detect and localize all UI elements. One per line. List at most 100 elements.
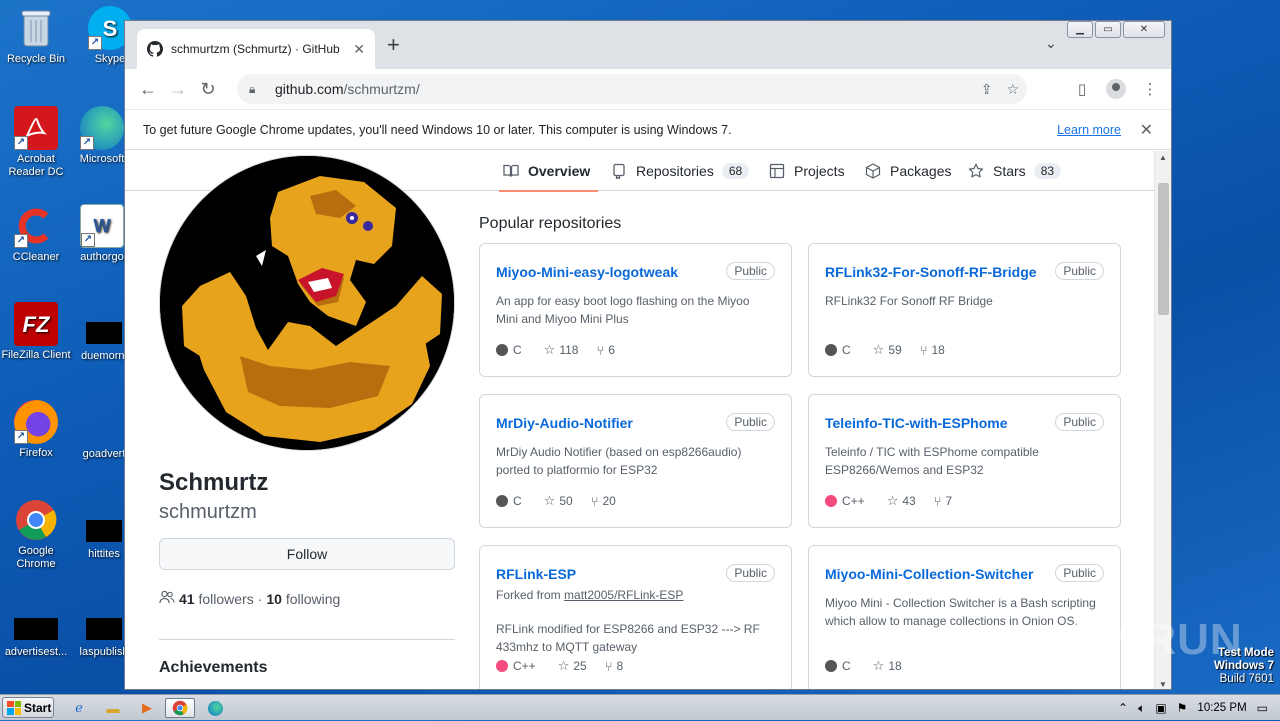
share-icon[interactable]: ⇪ (981, 81, 993, 98)
start-button[interactable]: Start (2, 697, 54, 718)
visibility-badge: Public (1055, 413, 1104, 431)
stars-count: 25 (573, 659, 587, 673)
volume-icon[interactable]: 🔈︎ (1138, 701, 1145, 716)
forked-from-link[interactable]: matt2005/RFLink-ESP (564, 588, 683, 602)
repo-card: Miyoo-Mini-easy-logotweak Public An app … (479, 243, 792, 377)
tab-projects[interactable]: Projects (769, 151, 845, 191)
kebab-menu-icon[interactable]: ⋮ (1139, 74, 1161, 104)
stargazers-link[interactable]: ☆ 43 (887, 493, 916, 509)
profile-avatar-icon[interactable] (1105, 74, 1127, 104)
tab-search-chevron-icon[interactable]: ⌄ (1045, 35, 1057, 52)
forks-link[interactable]: ⑂ 18 (920, 343, 945, 358)
tab-strip: schmurtzm (Schmurtz) · GitHub ✕ + ⌄ ▁ ▭ … (125, 21, 1171, 69)
scroll-up-arrow-icon[interactable]: ▲ (1159, 153, 1167, 162)
repo-name-link[interactable]: RFLink32-For-Sonoff-RF-Bridge (825, 264, 1037, 280)
tab-packages[interactable]: Packages (865, 151, 951, 191)
tab-github-profile[interactable]: schmurtzm (Schmurtz) · GitHub ✕ (137, 29, 375, 69)
fork-icon: ⑂ (590, 493, 599, 509)
stargazers-link[interactable]: ☆ 50 (544, 493, 573, 509)
tab-overview[interactable]: Overview (498, 151, 599, 192)
tray-expand-icon[interactable]: ⌃ (1118, 701, 1128, 715)
desktop-icon-recycle-bin[interactable]: Recycle Bin (0, 6, 72, 66)
page-scrollbar[interactable]: ▲ ▼ (1154, 151, 1171, 689)
stargazers-link[interactable]: ☆ 18 (873, 658, 902, 674)
back-arrow-icon[interactable]: ← (133, 74, 163, 104)
scrollbar-thumb[interactable] (1158, 183, 1169, 315)
internet-explorer-icon[interactable]: ℯ (68, 698, 90, 718)
repo-meta: C ☆ 50 ⑂ 20 (496, 493, 634, 509)
desktop-icon-firefox[interactable]: ↗ Firefox (0, 400, 72, 460)
followers-link[interactable]: 41 followers (179, 591, 254, 607)
new-tab-button[interactable]: + (387, 34, 400, 56)
follow-button[interactable]: Follow (159, 538, 455, 570)
desktop-icon-label: FileZilla Client (1, 349, 71, 361)
filezilla-icon: FZ (14, 302, 58, 346)
stargazers-link[interactable]: ☆ 118 (544, 342, 579, 358)
tab-label: Overview (528, 163, 591, 179)
clock[interactable]: 10:25 PM (1197, 702, 1246, 714)
forked-prefix: Forked from (496, 588, 561, 602)
desktop-icon-advertisest[interactable]: advertisest... (0, 608, 72, 659)
address-bar[interactable]: 🔒︎ github.com/schmurtzm/ ⇪ ☆ (237, 74, 1027, 104)
chrome-taskbar-icon[interactable] (165, 698, 195, 718)
visibility-badge: Public (1055, 564, 1104, 582)
desktop-icon-label: laspublish (79, 646, 129, 658)
forks-link[interactable]: ⑂ 7 (934, 494, 953, 509)
media-player-icon[interactable]: ▶ (136, 698, 158, 718)
scroll-down-arrow-icon[interactable]: ▼ (1159, 680, 1167, 689)
learn-more-link[interactable]: Learn more (1057, 123, 1121, 137)
desktop-icon-filezilla[interactable]: FZ FileZilla Client (0, 302, 72, 362)
followers-label: followers (198, 590, 254, 607)
forks-link[interactable]: ⑂ 20 (591, 494, 616, 509)
following-link[interactable]: 10 following (266, 591, 340, 607)
fork-icon: ⑂ (604, 658, 613, 674)
forward-arrow-icon[interactable]: → (163, 74, 193, 104)
shortcut-arrow-icon: ↗ (88, 36, 102, 50)
tab-stars[interactable]: Stars 83 (968, 151, 1062, 191)
reload-icon[interactable]: ↻ (193, 74, 223, 104)
repo-language: C (513, 343, 522, 357)
desktop-icon-label: authorgo (80, 251, 124, 263)
repo-name-link[interactable]: Miyoo-Mini-easy-logotweak (496, 264, 678, 280)
desktop-icon-ccleaner[interactable]: ↗ CCleaner (0, 204, 72, 264)
tab-label: Projects (794, 163, 845, 179)
browser-toolbar: ← → ↻ 🔒︎ github.com/schmurtzm/ ⇪ ☆ ▯ ⋮ (125, 69, 1171, 109)
stargazers-link[interactable]: ☆ 59 (873, 342, 902, 358)
forks-link[interactable]: ⑂ 8 (605, 659, 624, 674)
side-panel-icon[interactable]: ▯ (1071, 74, 1093, 104)
forks-link[interactable]: ⑂ 6 (596, 343, 615, 358)
action-center-flag-icon[interactable]: ⚑ (1177, 701, 1188, 715)
desktop-icon-label: Google Chrome (16, 545, 56, 570)
shortcut-arrow-icon: ↗ (14, 136, 28, 150)
profile-avatar[interactable] (159, 155, 455, 451)
show-desktop-icon[interactable]: ▭ (1257, 701, 1268, 715)
close-window-button[interactable]: ✕ (1123, 21, 1165, 38)
tab-label: Stars (993, 163, 1026, 179)
desktop-icon-acrobat[interactable]: ↗ Acrobat Reader DC (0, 106, 72, 179)
close-tab-icon[interactable]: ✕ (353, 41, 365, 58)
anyrun-watermark: ANY RUN (1036, 615, 1243, 664)
tab-title: schmurtzm (Schmurtz) · GitHub (171, 42, 340, 56)
shortcut-arrow-icon: ↗ (14, 430, 28, 444)
edge-taskbar-icon[interactable] (204, 698, 226, 718)
maximize-button[interactable]: ▭ (1095, 21, 1121, 38)
tab-repositories[interactable]: Repositories 68 (611, 151, 750, 191)
repo-name-link[interactable]: Teleinfo-TIC-with-ESPhome (825, 415, 1008, 431)
stargazers-link[interactable]: ☆ 25 (558, 658, 587, 674)
minimize-button[interactable]: ▁ (1067, 21, 1093, 38)
star-icon: ☆ (872, 342, 885, 357)
bookmark-star-icon[interactable]: ☆ (1006, 81, 1019, 98)
network-icon[interactable]: ▣ (1155, 701, 1166, 715)
repo-name-link[interactable]: MrDiy-Audio-Notifier (496, 415, 633, 431)
desktop-icon-google-chrome[interactable]: Google Chrome (0, 498, 72, 571)
toolbar-right: ▯ ⋮ (1071, 74, 1161, 104)
following-count: 10 (266, 590, 282, 607)
repo-card: Teleinfo-TIC-with-ESPhome Public Teleinf… (808, 394, 1121, 528)
star-icon: ☆ (557, 658, 570, 673)
close-infobar-icon[interactable]: ✕ (1140, 120, 1153, 140)
popular-repositories-heading: Popular repositories (479, 215, 622, 232)
repo-name-link[interactable]: Miyoo-Mini-Collection-Switcher (825, 566, 1033, 582)
file-explorer-icon[interactable]: ▬ (102, 698, 124, 718)
repo-name-link[interactable]: RFLink-ESP (496, 566, 576, 582)
lock-icon[interactable]: 🔒︎ (249, 82, 265, 97)
